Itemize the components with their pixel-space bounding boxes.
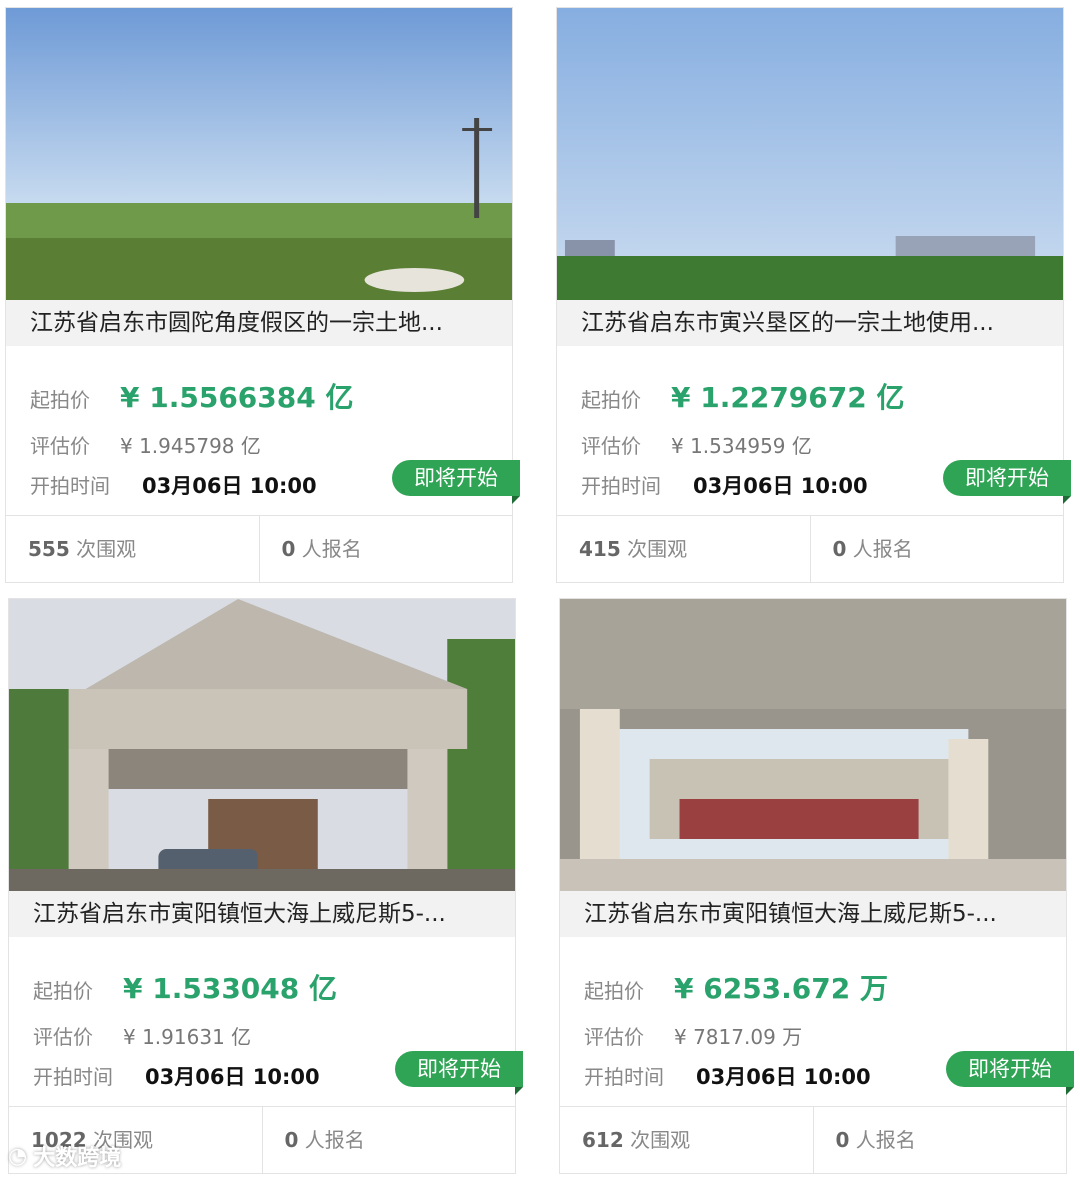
listing-card[interactable]: 江苏省启东市寅阳镇恒大海上威尼斯5-... 起拍价 ¥ 1.533048 亿 评估… [8,598,523,1174]
listing-card[interactable]: 江苏省启东市寅阳镇恒大海上威尼斯5-... 起拍价 ¥ 6253.672 万 评估… [559,598,1074,1174]
start-price: ¥ 1.2279672 亿 [671,381,905,414]
eval-price-label: 评估价 [33,1025,93,1049]
eval-price: ¥ 1.945798 亿 [120,434,261,458]
start-price-label: 起拍价 [33,979,93,1003]
auction-time: 03月06日 10:00 [145,1065,320,1089]
start-price-label: 起拍价 [584,979,644,1003]
watermark: ◔ 大数跨境 [8,1140,121,1172]
listing-card[interactable]: 江苏省启东市圆陀角度假区的一宗土地... 起拍价 ¥ 1.5566384 亿 评估… [5,7,520,583]
status-badge: 即将开始 [395,1051,523,1095]
listing-title[interactable]: 江苏省启东市圆陀角度假区的一宗土地... [6,300,512,346]
start-price-label: 起拍价 [581,388,641,412]
signups-count: 0 人报名 [809,516,1064,582]
listing-title[interactable]: 江苏省启东市寅兴垦区的一宗土地使用... [557,300,1063,346]
listing-title[interactable]: 江苏省启东市寅阳镇恒大海上威尼斯5-... [560,891,1066,937]
signups-count: 0 人报名 [258,516,513,582]
status-badge: 即将开始 [946,1051,1074,1095]
eval-price-label: 评估价 [584,1025,644,1049]
eval-price-label: 评估价 [30,434,90,458]
auction-time-label: 开拍时间 [30,474,110,498]
start-price: ¥ 1.5566384 亿 [120,381,354,414]
status-badge: 即将开始 [392,460,520,504]
signups-count: 0 人报名 [261,1107,516,1173]
listing-photo-field[interactable] [557,8,1063,300]
views-count: 415 次围观 [579,537,688,561]
eval-price: ¥ 7817.09 万 [674,1025,803,1049]
eval-price-label: 评估价 [581,434,641,458]
start-price-label: 起拍价 [30,388,90,412]
auction-time: 03月06日 10:00 [693,474,868,498]
views-count: 612 次围观 [582,1128,691,1152]
watermark-text: 大数跨境 [33,1146,122,1171]
listing-photo-gate[interactable] [560,599,1066,891]
signups-count: 0 人报名 [812,1107,1067,1173]
listing-card[interactable]: 江苏省启东市寅兴垦区的一宗土地使用... 起拍价 ¥ 1.2279672 亿 评估… [556,7,1071,583]
auction-time: 03月06日 10:00 [142,474,317,498]
auction-time-label: 开拍时间 [33,1065,113,1089]
listing-title[interactable]: 江苏省启东市寅阳镇恒大海上威尼斯5-... [9,891,515,937]
eval-price: ¥ 1.91631 亿 [123,1025,252,1049]
auction-time-label: 开拍时间 [584,1065,664,1089]
auction-time-label: 开拍时间 [581,474,661,498]
status-badge: 即将开始 [943,460,1071,504]
start-price: ¥ 6253.672 万 [674,972,888,1005]
start-price: ¥ 1.533048 亿 [123,972,337,1005]
auction-time: 03月06日 10:00 [696,1065,871,1089]
watermark-logo-icon: ◔ [8,1143,28,1169]
eval-price: ¥ 1.534959 亿 [671,434,812,458]
listing-photo-farmland[interactable] [6,8,512,300]
listing-photo-entertainment-center[interactable] [9,599,515,891]
views-count: 555 次围观 [28,537,137,561]
